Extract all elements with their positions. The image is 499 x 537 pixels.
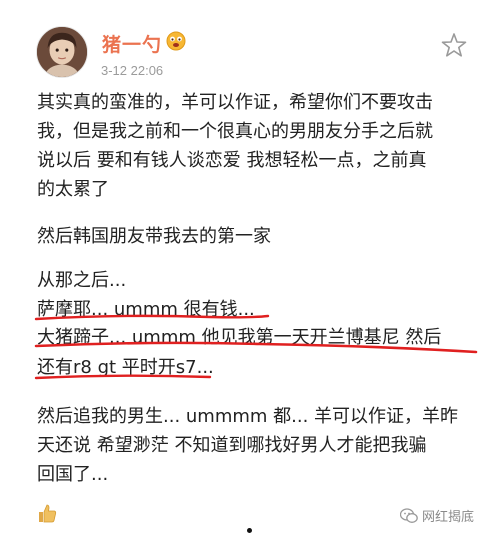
post-text-line: 说以后 要和有钱人谈恋爱 我想轻松一点，之前真: [37, 150, 427, 171]
post-text-line: 的太累了: [37, 179, 109, 200]
post-text-line: 萨摩耶... ummm 很有钱...: [37, 299, 255, 320]
username[interactable]: 猪一勺: [102, 30, 162, 57]
post-text-line: 我，但是我之前和一个很真心的男朋友分手之后就: [37, 121, 433, 142]
post-text-line: 其实真的蛮准的，羊可以作证，希望你们不要攻击: [37, 92, 433, 113]
watermark: 网红揭底: [400, 506, 474, 525]
post-text-line: 大猪蹄子... ummm 他见我第一天开兰博基尼 然后: [37, 327, 442, 348]
post-text-line: 然后韩国朋友带我去的第一家: [37, 226, 271, 247]
weibo-post: 猪一勺 3-12 22:06 其实真的蛮准的，羊可以作证，希望你们不要攻击 我，…: [0, 0, 499, 537]
wechat-icon: [400, 507, 418, 523]
post-text-line: 还有r8 gt 平时开s7...: [37, 357, 214, 378]
post-text-line: 回国了...: [37, 464, 109, 485]
post-text-line: 天还说 希望渺茫 不知道到哪找好男人才能把我骗: [37, 435, 427, 456]
star-icon[interactable]: [440, 31, 468, 59]
post-text-line: 然后追我的男生... ummmm 都... 羊可以作证，羊昨: [37, 406, 459, 427]
page-indicator-dot: [247, 528, 252, 533]
post-timestamp: 3-12 22:06: [101, 63, 164, 78]
avatar[interactable]: [36, 26, 88, 78]
like-icon[interactable]: [36, 502, 58, 524]
post-text-line: 从那之后...: [37, 270, 127, 291]
watermark-text: 网红揭底: [422, 509, 475, 524]
emoji-face-icon: [166, 31, 186, 51]
